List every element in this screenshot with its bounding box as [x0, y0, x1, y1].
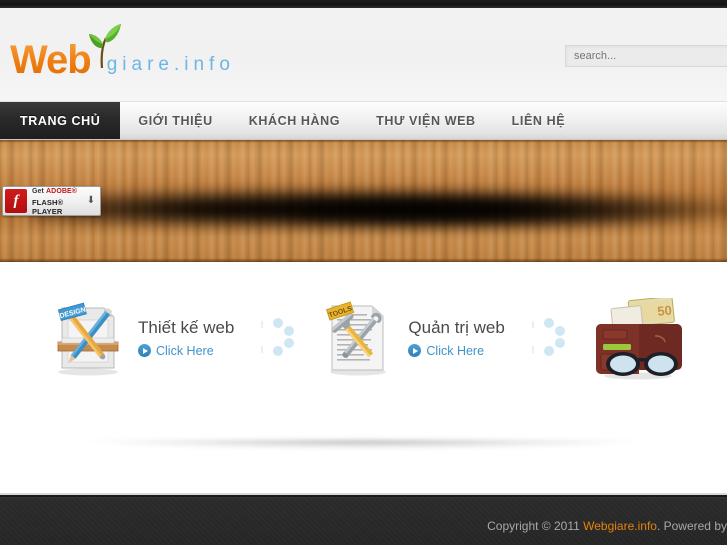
service-item-third[interactable]: 50: [593, 295, 697, 380]
service-click-here-link[interactable]: Click Here: [408, 344, 504, 358]
site-header: Web giare.info: [0, 8, 727, 102]
services-row: DESIGN Thiết kế web Click Here TOOLS Quả…: [0, 282, 727, 392]
nav-item-lien-he[interactable]: LIÊN HỆ: [494, 102, 584, 139]
play-circle-icon: [138, 344, 151, 357]
flash-adobe-label: ADOBE®: [46, 187, 78, 195]
dotted-arrow-separator: [256, 309, 312, 365]
service-text-block: Quản trị web Click Here: [408, 317, 505, 358]
content-bottom-shadow: [0, 440, 727, 460]
logo-domain: giare.info: [106, 54, 235, 75]
nav-item-trang-chu[interactable]: TRANG CHỦ: [0, 102, 121, 139]
service-click-here-link[interactable]: Click Here: [138, 344, 234, 358]
site-logo[interactable]: Web giare.info: [10, 24, 235, 82]
download-arrow-icon: ⬇: [86, 195, 96, 206]
service-item-quan-tri-web[interactable]: TOOLS Quản trị web Click Here: [322, 298, 505, 376]
copyright-prefix: Copyright © 2011: [487, 519, 584, 533]
flash-badge-text: Get ADOBE® FLASH® PLAYER: [32, 187, 86, 216]
footer-brand-link[interactable]: Webgiare.info: [583, 519, 657, 533]
flash-badge-line1: Get ADOBE®: [32, 187, 86, 196]
main-navigation: TRANG CHỦ GIỚI THIỆU KHÁCH HÀNG THƯ VIỆN…: [0, 102, 727, 140]
top-dark-strip: [0, 0, 727, 8]
nav-item-gioi-thieu[interactable]: GIỚI THIỆU: [120, 102, 230, 139]
nav-item-khach-hang[interactable]: KHÁCH HÀNG: [231, 102, 358, 139]
search-input[interactable]: [565, 45, 727, 67]
nav-item-thu-vien-web[interactable]: THƯ VIỆN WEB: [358, 102, 494, 139]
get-adobe-flash-player-badge[interactable]: f Get ADOBE® FLASH® PLAYER ⬇: [2, 186, 101, 216]
copyright-suffix: . Powered by: [656, 519, 727, 533]
document-tools-icon: TOOLS: [322, 298, 394, 376]
copyright-text: Copyright © 2011 Webgiare.info. Powered …: [487, 519, 727, 533]
webgiare-homepage: Web giare.info TRANG CHỦ GIỚI THIỆU KHÁC…: [0, 0, 727, 545]
flash-get-label: Get: [32, 187, 47, 195]
banner-shadow-secondary: [300, 198, 727, 228]
service-link-label: Click Here: [156, 343, 214, 358]
service-item-thiet-ke-web[interactable]: DESIGN Thiết kế web Click Here: [52, 298, 234, 376]
site-footer: Copyright © 2011 Webgiare.info. Powered …: [0, 493, 727, 545]
flash-badge-line2: FLASH® PLAYER: [32, 197, 64, 216]
service-title: Thiết kế web: [138, 317, 235, 337]
service-link-label: Click Here: [426, 343, 485, 358]
service-text-block: Thiết kế web Click Here: [138, 317, 234, 358]
service-title: Quản trị web: [408, 317, 505, 337]
leaf-icon: [88, 22, 122, 69]
wallet-glasses-icon: 50: [593, 295, 683, 380]
content-area: DESIGN Thiết kế web Click Here TOOLS Quả…: [0, 262, 727, 495]
flash-banner-area: [0, 140, 727, 262]
svg-text:50: 50: [656, 302, 672, 318]
flash-logo-icon: f: [5, 189, 27, 213]
footer-top-line: [0, 493, 727, 495]
dotted-arrow-separator: [527, 309, 583, 365]
logo-text: Web: [10, 38, 92, 82]
play-circle-icon: [408, 344, 422, 357]
design-board-icon: DESIGN: [52, 298, 124, 376]
